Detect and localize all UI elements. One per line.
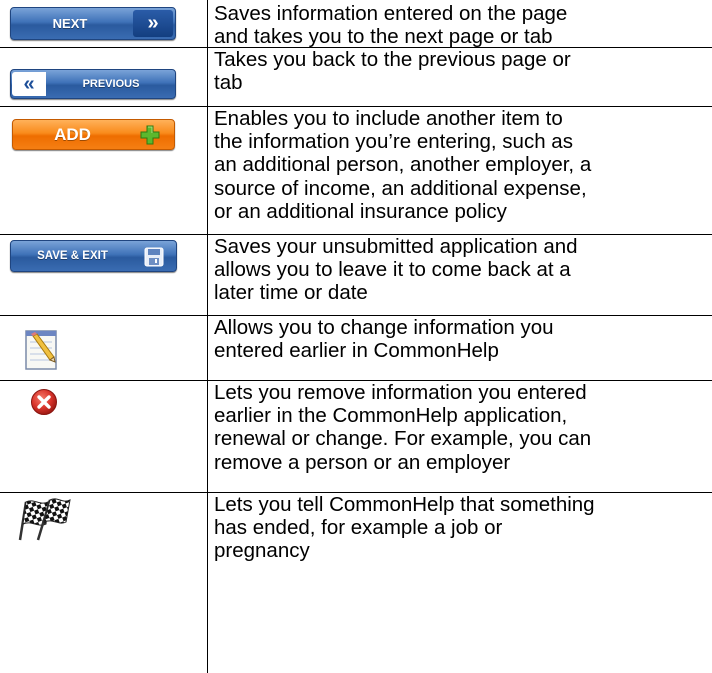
next-button-label: NEXT	[52, 16, 88, 31]
table-row-edit: Allows you to change information you ent…	[0, 316, 712, 378]
checkered-flag-icon[interactable]	[16, 496, 72, 542]
add-button-label: ADD	[54, 124, 91, 144]
double-chevron-right-icon: »	[133, 10, 173, 37]
table-row-remove: Lets you remove information you entered …	[0, 381, 712, 490]
table-row-next: NEXT » Saves information entered on the …	[0, 0, 712, 49]
previous-description: Takes you back to the previous page or t…	[214, 48, 571, 95]
table-row-save-exit: SAVE & EXIT Saves your unsubmitted appli…	[0, 235, 712, 314]
edit-notepad-icon[interactable]	[20, 327, 64, 373]
add-button[interactable]: ADD	[12, 119, 175, 150]
previous-button-label: PREVIOUS	[82, 78, 140, 90]
edit-description: Allows you to change information you ent…	[214, 316, 554, 363]
table-row-add: ADD Enables you to include another item …	[0, 107, 712, 231]
next-description: Saves information entered on the page an…	[214, 2, 568, 49]
floppy-disk-icon	[144, 247, 164, 267]
save-exit-button-label: SAVE & EXIT	[37, 250, 108, 262]
next-button[interactable]: NEXT »	[10, 7, 176, 40]
end-description: Lets you tell CommonHelp that something …	[214, 493, 595, 563]
remove-x-icon[interactable]	[30, 388, 58, 416]
remove-description: Lets you remove information you entered …	[214, 381, 592, 474]
previous-button[interactable]: « PREVIOUS	[10, 69, 176, 99]
save-exit-button[interactable]: SAVE & EXIT	[10, 240, 177, 272]
save-exit-description: Saves your unsubmitted application and a…	[214, 235, 578, 305]
plus-icon	[140, 125, 160, 145]
add-description: Enables you to include another item to t…	[214, 107, 592, 223]
table-row-previous: « PREVIOUS Takes you back to the previou…	[0, 48, 712, 104]
double-chevron-left-icon: «	[12, 72, 46, 96]
table-row-end: Lets you tell CommonHelp that something …	[0, 493, 712, 593]
